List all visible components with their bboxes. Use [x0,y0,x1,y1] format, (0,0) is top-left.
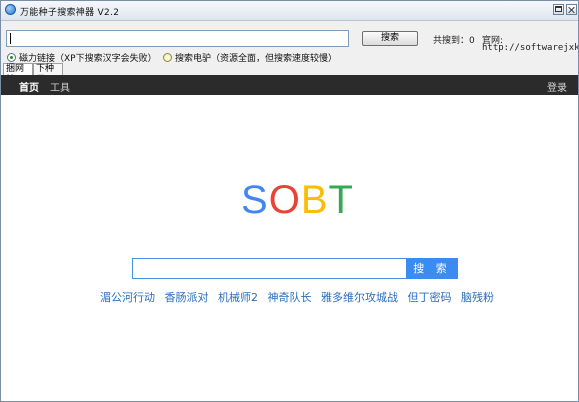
text-caret [10,33,11,44]
close-button[interactable] [566,4,577,15]
keyword-input[interactable] [6,30,349,47]
logo-letter-s: S [241,178,269,222]
logo-letter-b: B [300,178,329,222]
sobt-logo: SOBT [241,178,354,222]
window-title: 万能种子搜索神器 V2.2 [20,8,120,18]
login-link[interactable]: 登录 [547,79,567,94]
web-search-button[interactable]: 搜 索 [406,258,458,279]
logo-letter-t: T [328,178,354,222]
hot-link[interactable]: 香肠派对 [165,291,209,304]
hot-links: 湄公河行动 香肠派对 机械师2 神奇队长 雅多维尔攻城战 但丁密码 脑残粉 [100,289,500,305]
tab-download[interactable]: 下种子 [33,63,63,85]
hot-link[interactable]: 机械师2 [218,291,258,304]
maximize-button[interactable] [553,4,564,15]
web-search-input[interactable] [132,258,406,279]
toolbar: 搜索 共搜到：0 官网: http://softwarejxk.com 磁力链接… [1,21,578,64]
radio-selected-icon[interactable] [7,53,16,62]
search-button[interactable]: 搜索 [362,31,418,46]
nav-home[interactable]: 首页 [19,79,39,94]
title-bar: 万能种子搜索神器 V2.2 [1,1,578,21]
official-site-url[interactable]: http://softwarejxk.com [482,43,578,53]
hot-link[interactable]: 神奇队长 [268,291,312,304]
hot-link[interactable]: 雅多维尔攻城战 [321,291,398,304]
hot-link[interactable]: 但丁密码 [408,291,452,304]
hot-link[interactable]: 湄公河行动 [100,291,155,304]
tab-site[interactable]: 捆网站 [3,63,33,85]
app-window: 万能种子搜索神器 V2.2 搜索 共搜到：0 官网: http://softwa… [0,0,579,402]
result-count: 共搜到：0 [433,36,475,46]
logo-letter-o: O [268,178,301,222]
hot-link[interactable]: 脑残粉 [461,291,494,304]
tab-strip: 捆网站 下种子 [1,63,578,85]
app-logo-icon [5,4,16,15]
web-nav-bar: 首页 工具 登录 [1,75,578,95]
nav-tools[interactable]: 工具 [50,79,70,94]
radio-unselected-icon[interactable] [163,53,172,62]
